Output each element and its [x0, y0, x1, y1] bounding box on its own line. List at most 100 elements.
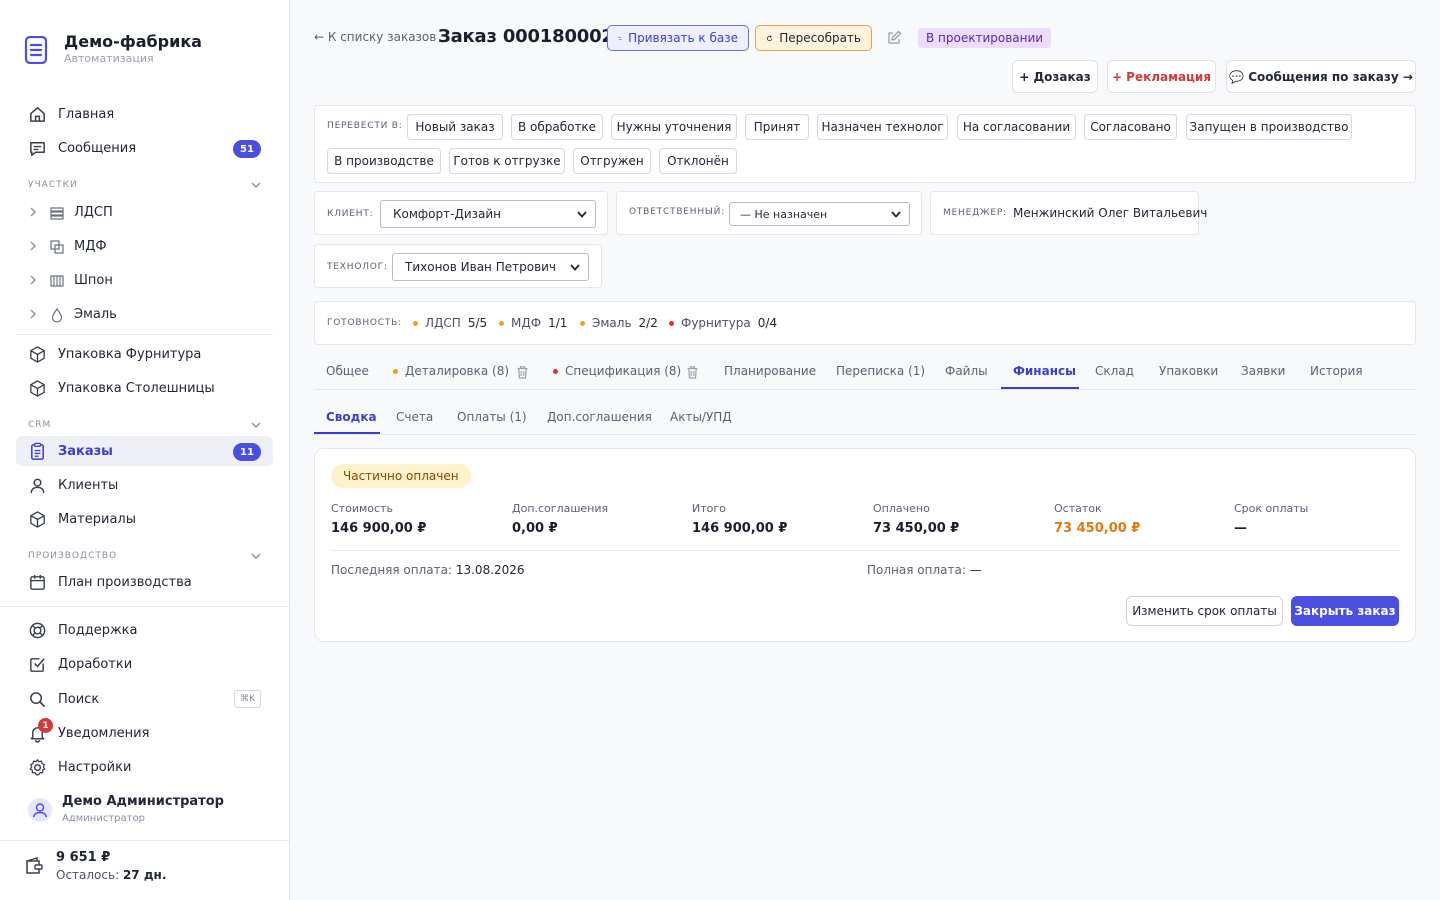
- subtab-invoices[interactable]: Счета: [396, 410, 433, 424]
- sidebar-item-label: Упаковка Фурнитура: [58, 346, 202, 362]
- status-button-on-approval[interactable]: На согласовании: [957, 114, 1076, 140]
- tab-requests[interactable]: Заявки: [1241, 364, 1285, 378]
- chevron-down-icon[interactable]: [250, 180, 262, 190]
- tab-correspondence[interactable]: Переписка (1): [836, 364, 925, 378]
- sidebar-item-mdf[interactable]: МДФ: [16, 231, 273, 261]
- brand[interactable]: Демо-фабрика Автоматизация: [24, 32, 202, 66]
- tab-finances[interactable]: Финансы: [1013, 364, 1076, 378]
- status-button-approved[interactable]: Согласовано: [1084, 114, 1177, 140]
- sidebar-item-notifications[interactable]: 1 Уведомления: [16, 718, 273, 748]
- chevron-right-icon[interactable]: [28, 240, 38, 252]
- sidebar-item-enamel[interactable]: Эмаль: [16, 299, 273, 329]
- finance-due-date: Срок оплаты —: [1234, 502, 1404, 536]
- subtab-summary[interactable]: Сводка: [326, 410, 377, 424]
- responsible-select-value: — Не назначен: [740, 207, 828, 221]
- sidebar-item-ldsp[interactable]: ЛДСП: [16, 197, 273, 227]
- status-dot: [413, 320, 418, 326]
- wallet-balance[interactable]: 9 651 ₽ Осталось: 27 дн.: [24, 848, 264, 888]
- chevron-down-icon[interactable]: [250, 420, 262, 430]
- status-button-shipped[interactable]: Отгружен: [573, 148, 651, 174]
- bind-to-base-button[interactable]: Привязать к базе: [607, 25, 749, 51]
- status-button-in-production[interactable]: В производстве: [327, 148, 441, 174]
- manager-field-card: МЕНЕДЖЕР: Менжинский Олег Витальевич: [930, 191, 1207, 235]
- chevron-right-icon[interactable]: [28, 206, 38, 218]
- sidebar-item-home[interactable]: Главная: [16, 99, 273, 129]
- trash-icon[interactable]: [516, 365, 529, 379]
- user-profile[interactable]: Демо Администратор Администратор: [28, 792, 268, 832]
- claim-button[interactable]: + Рекламация: [1107, 60, 1216, 93]
- technologist-label: ТЕХНОЛОГ:: [327, 262, 388, 272]
- readiness-item-mdf: МДФ 1/1: [499, 316, 567, 330]
- tab-general[interactable]: Общее: [326, 364, 369, 378]
- sidebar-item-label: Поддержка: [58, 622, 138, 638]
- layers-icon: [50, 207, 64, 220]
- finance-paid: Оплачено 73 450,00 ₽: [873, 502, 1043, 536]
- status-dot: [499, 320, 504, 326]
- subtab-payments[interactable]: Оплаты (1): [457, 410, 527, 424]
- tab-label: Спецификация (8): [565, 364, 682, 378]
- section-label-areas: УЧАСТКИ: [28, 180, 78, 190]
- tab-label: Файлы: [945, 364, 988, 378]
- status-button-accepted[interactable]: Принят: [745, 114, 809, 140]
- tab-label: Финансы: [1013, 364, 1076, 378]
- full-payment-value: —: [969, 563, 982, 577]
- order-messages-button[interactable]: 💬 Сообщения по заказу →: [1226, 60, 1416, 93]
- sidebar-item-production-plan[interactable]: План производства: [16, 567, 273, 597]
- finance-cost: Стоимость 146 900,00 ₽: [331, 502, 501, 536]
- readiness-item-hardware: Фурнитура 0/4: [669, 316, 777, 330]
- status-button-rejected[interactable]: Отклонён: [659, 148, 737, 174]
- status-button-new[interactable]: Новый заказ: [407, 114, 503, 140]
- tab-planning[interactable]: Планирование: [724, 364, 816, 378]
- sidebar-item-messages[interactable]: Сообщения 51: [16, 133, 273, 163]
- sidebar-item-label: Материалы: [58, 511, 136, 527]
- responsible-select[interactable]: — Не назначен: [729, 202, 910, 226]
- finance-label: Остаток: [1054, 502, 1102, 515]
- user-role: Администратор: [62, 813, 145, 824]
- status-button-launched[interactable]: Запущен в производство: [1186, 114, 1352, 140]
- status-button-processing[interactable]: В обработке: [511, 114, 603, 140]
- rebuild-button[interactable]: Пересобрать: [755, 25, 872, 51]
- section-label-crm: CRM: [28, 420, 52, 430]
- status-button-clarification[interactable]: Нужны уточнения: [611, 114, 737, 140]
- sidebar-item-materials[interactable]: Материалы: [16, 504, 273, 534]
- close-order-button[interactable]: Закрыть заказ: [1291, 596, 1399, 626]
- sidebar-item-packaging-countertops[interactable]: Упаковка Столешницы: [16, 373, 273, 403]
- technologist-select[interactable]: Тихонов Иван Петрович: [392, 253, 589, 281]
- tab-packages[interactable]: Упаковки: [1159, 364, 1218, 378]
- subtab-agreements[interactable]: Доп.соглашения: [547, 410, 652, 424]
- sidebar-item-clients[interactable]: Клиенты: [16, 470, 273, 500]
- chevron-right-icon[interactable]: [28, 274, 38, 286]
- section-label-production: ПРОИЗВОДСТВО: [28, 551, 118, 561]
- tab-label: История: [1310, 364, 1363, 378]
- sidebar-item-search[interactable]: Поиск ⌘K: [16, 684, 273, 714]
- extra-order-button[interactable]: + Дозаказ: [1012, 60, 1098, 93]
- back-to-orders-link[interactable]: ← К списку заказов: [314, 30, 436, 44]
- tab-files[interactable]: Файлы: [945, 364, 988, 378]
- sidebar-item-label: ЛДСП: [74, 204, 113, 220]
- readiness-value: 2/2: [638, 316, 658, 330]
- status-button-ready-to-ship[interactable]: Готов к отгрузке: [449, 148, 565, 174]
- sidebar-item-settings[interactable]: Настройки: [16, 752, 273, 782]
- chevron-right-icon[interactable]: [28, 308, 38, 320]
- sidebar-item-label: Заказы: [58, 443, 113, 459]
- tab-warehouse[interactable]: Склад: [1095, 364, 1134, 378]
- subtab-acts[interactable]: Акты/УПД: [670, 410, 732, 424]
- sidebar-item-improvements[interactable]: Доработки: [16, 649, 273, 679]
- tab-history[interactable]: История: [1310, 364, 1363, 378]
- tab-specification[interactable]: Спецификация (8): [553, 364, 681, 378]
- wallet-amount: 9 651 ₽: [56, 850, 111, 865]
- finance-value: 146 900,00 ₽: [692, 521, 788, 536]
- edit-icon[interactable]: [886, 30, 902, 46]
- chevron-down-icon[interactable]: [250, 551, 262, 561]
- trash-icon[interactable]: [686, 365, 699, 379]
- readiness-name: Эмаль: [592, 316, 632, 330]
- sidebar-item-support[interactable]: Поддержка: [16, 615, 273, 645]
- sidebar-item-veneer[interactable]: Шпон: [16, 265, 273, 295]
- sidebar-item-orders[interactable]: Заказы 11: [16, 436, 273, 466]
- status-button-technologist-assigned[interactable]: Назначен технолог: [817, 114, 948, 140]
- app-subtitle: Автоматизация: [64, 52, 154, 65]
- change-payment-term-button[interactable]: Изменить срок оплаты: [1126, 596, 1283, 626]
- client-select[interactable]: Комфорт-Дизайн: [380, 200, 596, 228]
- tab-detailing[interactable]: Деталировка (8): [393, 364, 509, 378]
- sidebar-item-packaging-hardware[interactable]: Упаковка Фурнитура: [16, 339, 273, 369]
